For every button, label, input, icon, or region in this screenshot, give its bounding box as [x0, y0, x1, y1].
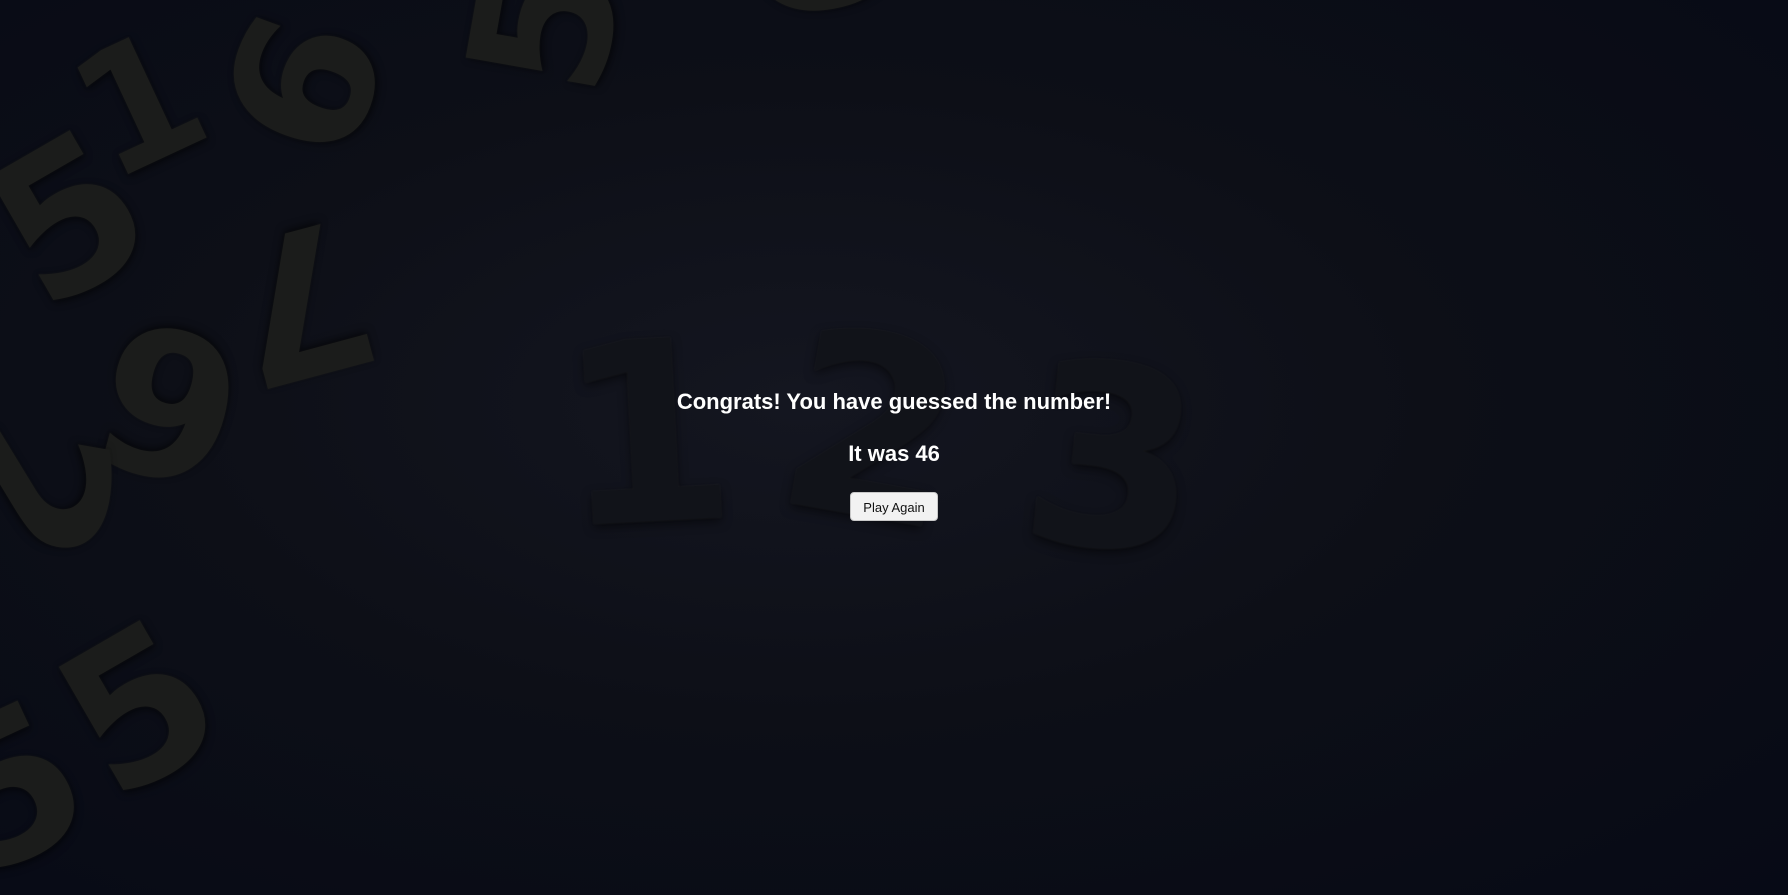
bg-digit-6: 6 [179, 0, 433, 185]
play-again-button[interactable]: Play Again [850, 492, 938, 521]
game-result-panel: Congrats! You have guessed the number! I… [0, 388, 1788, 521]
result-line: It was 46 [0, 440, 1788, 468]
bg-digit-7: 7 [202, 169, 398, 432]
bg-digit-5: 5 [0, 654, 122, 895]
result-prefix: It was [848, 441, 910, 466]
bg-digit-5: 5 [425, 0, 666, 110]
bg-digit-1: 1 [43, 0, 235, 220]
bg-digit-6: 6 [705, 0, 946, 39]
bg-digit-5: 5 [0, 83, 188, 356]
guessed-number: 46 [915, 441, 940, 466]
congrats-message: Congrats! You have guessed the number! [676, 389, 1112, 414]
bg-digit-5: 5 [20, 573, 258, 846]
